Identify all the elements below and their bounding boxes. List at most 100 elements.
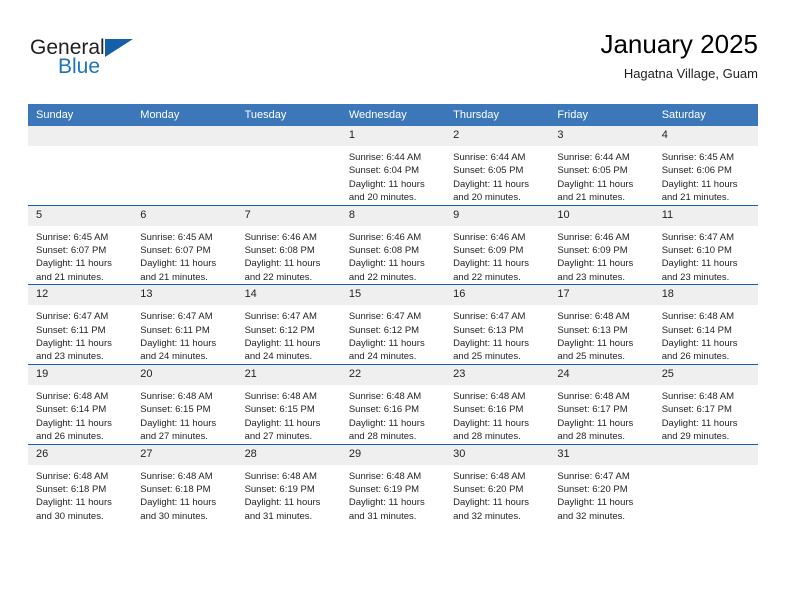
- daylight-text: and 27 minutes.: [244, 431, 313, 443]
- sunset-text: Sunset: 6:16 PM: [453, 404, 524, 416]
- calendar-day-cell[interactable]: 13 Sunrise: 6:47 AM Sunset: 6:11 PM Dayligh…: [132, 284, 237, 365]
- daylight-text: Daylight: 11 hours: [140, 417, 217, 429]
- calendar-cell-empty: [236, 126, 341, 205]
- calendar-day-cell[interactable]: 10 Sunrise: 6:46 AM Sunset: 6:09 PM Dayligh…: [549, 204, 654, 285]
- calendar-day-cell[interactable]: 7 Sunrise: 6:46 AM Sunset: 6:08 PM Daylight…: [236, 204, 341, 285]
- daylight-text: and 21 minutes.: [557, 192, 626, 204]
- calendar-day-cell[interactable]: 6 Sunrise: 6:45 AM Sunset: 6:07 PM Daylight…: [132, 204, 237, 285]
- daylight-text: Daylight: 11 hours: [140, 338, 217, 350]
- sunset-text: Sunset: 6:18 PM: [140, 483, 211, 495]
- sunset-text: Sunset: 6:05 PM: [453, 165, 524, 177]
- day-details: Sunrise: 6:45 AM Sunset: 6:07 PM Daylight:…: [28, 226, 132, 285]
- daylight-text: Daylight: 11 hours: [348, 417, 425, 429]
- daylight-text: Daylight: 11 hours: [244, 417, 321, 429]
- daylight-text: and 24 minutes.: [348, 351, 417, 363]
- calendar-day-cell[interactable]: 27 Sunrise: 6:48 AM Sunset: 6:18 PM Dayligh…: [132, 443, 237, 524]
- sunrise-text: Sunrise: 6:46 AM: [244, 231, 317, 243]
- daylight-text: Daylight: 11 hours: [140, 497, 217, 509]
- sunrise-text: Sunrise: 6:48 AM: [244, 390, 317, 402]
- calendar-day-cell[interactable]: 11 Sunrise: 6:47 AM Sunset: 6:10 PM Dayligh…: [653, 204, 758, 285]
- calendar-week-row: 5 Sunrise: 6:45 AM Sunset: 6:07 PM Daylight…: [28, 204, 758, 285]
- sunrise-text: Sunrise: 6:48 AM: [244, 470, 317, 482]
- calendar-day-cell[interactable]: 2 Sunrise: 6:44 AM Sunset: 6:05 PM Daylight…: [445, 126, 550, 205]
- daylight-text: Daylight: 11 hours: [661, 417, 738, 429]
- daylight-text: and 30 minutes.: [140, 510, 208, 522]
- daylight-text: and 21 minutes.: [140, 271, 208, 283]
- calendar-day-cell[interactable]: 21 Sunrise: 6:48 AM Sunset: 6:15 PM Dayligh…: [236, 363, 341, 444]
- calendar-day-cell[interactable]: 19 Sunrise: 6:48 AM Sunset: 6:14 PM Dayligh…: [28, 363, 133, 444]
- day-number: [236, 126, 341, 146]
- sunset-text: Sunset: 6:09 PM: [453, 245, 524, 257]
- calendar-body: 1 Sunrise: 6:44 AM Sunset: 6:04 PM Daylight…: [28, 126, 758, 524]
- calendar-day-cell[interactable]: 9 Sunrise: 6:46 AM Sunset: 6:09 PM Daylight…: [445, 204, 550, 285]
- sunrise-text: Sunrise: 6:44 AM: [453, 152, 526, 163]
- daylight-text: Daylight: 11 hours: [453, 178, 529, 190]
- calendar-day-cell[interactable]: 23 Sunrise: 6:48 AM Sunset: 6:16 PM Dayligh…: [445, 363, 550, 444]
- day-details: Sunrise: 6:47 AM Sunset: 6:12 PM Daylight:…: [341, 305, 445, 364]
- daylight-text: and 25 minutes.: [557, 351, 626, 363]
- blue-triangle-icon: [105, 39, 133, 57]
- day-number: 7: [236, 205, 341, 226]
- calendar-day-cell[interactable]: 25 Sunrise: 6:48 AM Sunset: 6:17 PM Dayligh…: [653, 363, 758, 444]
- calendar-day-cell[interactable]: 3 Sunrise: 6:44 AM Sunset: 6:05 PM Daylight…: [549, 126, 654, 205]
- day-number: 17: [549, 285, 654, 306]
- sunrise-text: Sunrise: 6:46 AM: [348, 231, 422, 243]
- calendar-day-cell[interactable]: 16 Sunrise: 6:47 AM Sunset: 6:13 PM Dayligh…: [445, 284, 550, 365]
- sunrise-text: Sunrise: 6:48 AM: [557, 390, 630, 402]
- calendar-day-cell[interactable]: 1 Sunrise: 6:44 AM Sunset: 6:04 PM Daylight…: [340, 126, 446, 205]
- daylight-text: and 26 minutes.: [36, 431, 104, 443]
- calendar-cell-empty: [28, 126, 133, 205]
- daylight-text: Daylight: 11 hours: [557, 258, 634, 270]
- calendar-day-cell[interactable]: 30 Sunrise: 6:48 AM Sunset: 6:20 PM Dayligh…: [445, 443, 550, 524]
- sunrise-text: Sunrise: 6:47 AM: [140, 311, 213, 323]
- calendar-day-cell[interactable]: 28 Sunrise: 6:48 AM Sunset: 6:19 PM Dayligh…: [236, 443, 341, 524]
- daylight-text: and 20 minutes.: [453, 192, 521, 204]
- sunrise-text: Sunrise: 6:48 AM: [661, 311, 735, 323]
- daylight-text: Daylight: 11 hours: [244, 338, 321, 350]
- day-number: [132, 126, 237, 146]
- day-number: 23: [445, 364, 550, 385]
- sunset-text: Sunset: 6:08 PM: [244, 245, 315, 257]
- day-details: Sunrise: 6:48 AM Sunset: 6:19 PM Daylight:…: [237, 465, 341, 524]
- day-number: 1: [340, 126, 446, 146]
- daylight-text: and 23 minutes.: [557, 271, 626, 283]
- day-number: 2: [445, 126, 550, 146]
- calendar-day-cell[interactable]: 26 Sunrise: 6:48 AM Sunset: 6:18 PM Dayligh…: [28, 443, 133, 524]
- day-details: Sunrise: 6:44 AM Sunset: 6:04 PM Daylight:…: [341, 146, 445, 205]
- day-number: 20: [132, 364, 237, 385]
- calendar-day-cell[interactable]: 18 Sunrise: 6:48 AM Sunset: 6:14 PM Dayligh…: [653, 284, 758, 365]
- sunrise-text: Sunrise: 6:44 AM: [348, 152, 422, 163]
- calendar-day-cell[interactable]: 4 Sunrise: 6:45 AM Sunset: 6:06 PM Daylight…: [653, 126, 758, 205]
- page-subtitle: Hagatna Village, Guam: [623, 66, 758, 81]
- weekday-header-thursday: Thursday: [445, 104, 550, 126]
- day-number: 9: [445, 205, 550, 226]
- calendar-day-cell[interactable]: 22 Sunrise: 6:48 AM Sunset: 6:16 PM Dayligh…: [340, 363, 446, 444]
- day-number: [28, 126, 133, 146]
- day-details: Sunrise: 6:47 AM Sunset: 6:11 PM Daylight:…: [132, 305, 236, 364]
- calendar-day-cell[interactable]: 17 Sunrise: 6:48 AM Sunset: 6:13 PM Dayligh…: [549, 284, 654, 365]
- calendar-day-cell[interactable]: 31 Sunrise: 6:47 AM Sunset: 6:20 PM Dayligh…: [549, 443, 654, 524]
- calendar-day-cell[interactable]: 5 Sunrise: 6:45 AM Sunset: 6:07 PM Daylight…: [28, 204, 133, 285]
- calendar-week-row: 26 Sunrise: 6:48 AM Sunset: 6:18 PM Dayligh…: [28, 443, 758, 524]
- general-blue-logo[interactable]: General Blue: [30, 36, 160, 88]
- calendar-day-cell[interactable]: 24 Sunrise: 6:48 AM Sunset: 6:17 PM Dayligh…: [549, 363, 654, 444]
- sunset-text: Sunset: 6:19 PM: [348, 483, 420, 495]
- calendar-day-cell[interactable]: 20 Sunrise: 6:48 AM Sunset: 6:15 PM Dayligh…: [132, 363, 237, 444]
- day-number: 26: [28, 444, 133, 465]
- sunrise-text: Sunrise: 6:47 AM: [557, 470, 630, 482]
- calendar-day-cell[interactable]: 14 Sunrise: 6:47 AM Sunset: 6:12 PM Dayligh…: [236, 284, 341, 365]
- daylight-text: Daylight: 11 hours: [557, 497, 634, 509]
- sunset-text: Sunset: 6:08 PM: [348, 245, 420, 257]
- sunset-text: Sunset: 6:10 PM: [661, 245, 732, 257]
- sunrise-text: Sunrise: 6:45 AM: [661, 152, 735, 163]
- daylight-text: Daylight: 11 hours: [661, 338, 738, 350]
- sunset-text: Sunset: 6:14 PM: [661, 324, 732, 336]
- sunrise-text: Sunrise: 6:47 AM: [453, 311, 526, 323]
- calendar-day-cell[interactable]: 15 Sunrise: 6:47 AM Sunset: 6:12 PM Dayligh…: [340, 284, 446, 365]
- day-number: 3: [549, 126, 654, 146]
- calendar-day-cell[interactable]: 12 Sunrise: 6:47 AM Sunset: 6:11 PM Dayligh…: [28, 284, 133, 365]
- calendar-day-cell[interactable]: 29 Sunrise: 6:48 AM Sunset: 6:19 PM Dayligh…: [340, 443, 446, 524]
- sunrise-text: Sunrise: 6:47 AM: [661, 231, 735, 243]
- calendar-day-cell[interactable]: 8 Sunrise: 6:46 AM Sunset: 6:08 PM Daylight…: [340, 204, 446, 285]
- daylight-text: and 28 minutes.: [348, 431, 417, 443]
